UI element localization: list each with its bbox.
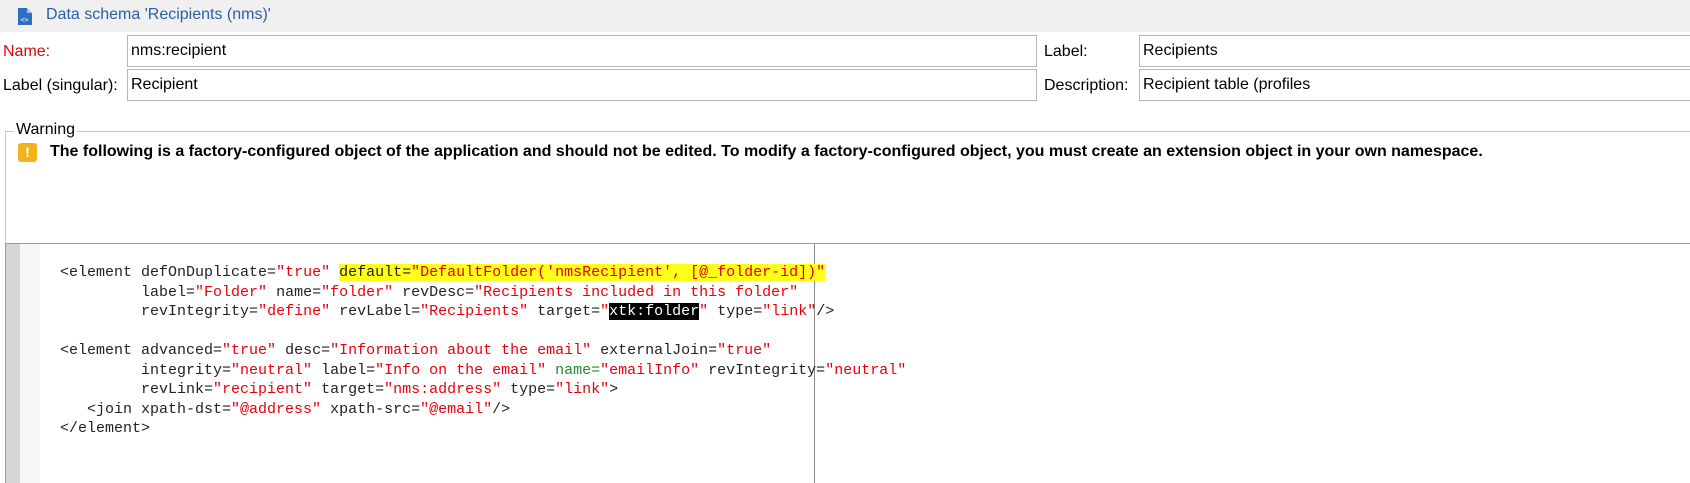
- code-line: <join xpath-dst="@address" xpath-src="@e…: [87, 400, 511, 418]
- warning-icon: !: [18, 143, 37, 162]
- code-line: label="Folder" name="folder" revDesc="Re…: [141, 283, 799, 301]
- description-field[interactable]: [1139, 69, 1690, 101]
- svg-text:<>: <>: [20, 16, 28, 24]
- label-singular-label: Label (singular):: [3, 77, 118, 94]
- window-titlebar: <> Data schema 'Recipients (nms)': [0, 0, 1690, 32]
- selected-text: xtk:folder: [609, 303, 700, 320]
- code-text: <element defOnDuplicate="true" default="…: [6, 263, 906, 439]
- schema-code-editor[interactable]: <element defOnDuplicate="true" default="…: [5, 243, 1690, 483]
- window-title: Data schema 'Recipients (nms)': [46, 6, 271, 23]
- code-line: <element advanced="true" desc="Informati…: [60, 342, 772, 359]
- description-label: Description:: [1044, 77, 1129, 94]
- code-line: revLink="recipient" target="nms:address"…: [141, 381, 619, 398]
- warning-legend: Warning: [14, 120, 77, 140]
- code-line: <element defOnDuplicate="true" default="…: [60, 264, 826, 281]
- schema-document-icon: <>: [18, 8, 32, 25]
- name-field[interactable]: [127, 35, 1037, 67]
- code-line: integrity="neutral" label="Info on the e…: [141, 361, 907, 379]
- code-line: </element>: [60, 420, 151, 437]
- name-label: Name:: [3, 43, 51, 60]
- code-line: revIntegrity="define" revLabel="Recipien…: [141, 303, 835, 320]
- label-label: Label:: [1044, 43, 1088, 60]
- highlighted-default-attribute: default="DefaultFolder('nmsRecipient', […: [339, 264, 826, 281]
- label-field[interactable]: [1139, 35, 1690, 67]
- label-singular-field[interactable]: [127, 69, 1037, 101]
- warning-message: The following is a factory-configured ob…: [50, 143, 1483, 160]
